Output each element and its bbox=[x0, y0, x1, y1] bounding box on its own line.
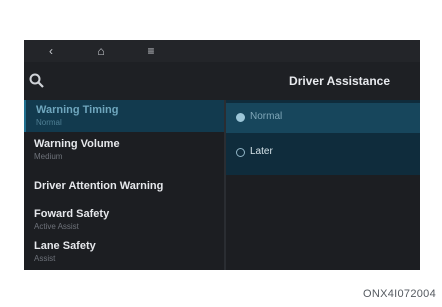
image-caption: ONX4I072004 bbox=[362, 288, 436, 300]
radio-selected-icon[interactable] bbox=[236, 113, 245, 122]
header: Driver Assistance bbox=[24, 62, 420, 100]
list-item-label: Warning Volume bbox=[34, 138, 120, 150]
list-item-label: Foward Safety bbox=[34, 208, 110, 220]
list-item-warning-volume[interactable]: Warning Volume Medium bbox=[24, 134, 224, 168]
list-item-lane-safety[interactable]: Lane Safety Assist bbox=[24, 236, 224, 270]
options-panel: Normal Later bbox=[226, 100, 420, 175]
search-icon[interactable] bbox=[28, 72, 46, 90]
settings-list: Warning Timing Normal Warning Volume Med… bbox=[24, 100, 226, 270]
list-item-label: Warning Timing bbox=[36, 104, 119, 116]
list-item-warning-timing[interactable]: Warning Timing Normal bbox=[24, 100, 226, 132]
list-item-value: Active Assist bbox=[34, 222, 79, 231]
list-item-label: Lane Safety bbox=[34, 240, 96, 252]
home-icon[interactable]: ⌂ bbox=[92, 43, 110, 59]
infotainment-screen: ‹ ⌂ ≡ Driver Assistance Warning Timing N… bbox=[24, 40, 420, 270]
list-item-value: Medium bbox=[34, 152, 63, 161]
top-nav-bar: ‹ ⌂ ≡ bbox=[24, 40, 420, 62]
list-item-value: Normal bbox=[36, 118, 62, 127]
option-label: Later bbox=[250, 146, 273, 157]
option-normal[interactable]: Normal bbox=[226, 103, 420, 133]
page-title: Driver Assistance bbox=[289, 74, 390, 88]
back-icon[interactable]: ‹ bbox=[42, 43, 60, 59]
list-item-driver-attention-warning[interactable]: Driver Attention Warning bbox=[24, 172, 224, 202]
radio-unselected-icon[interactable] bbox=[236, 148, 245, 157]
option-label: Normal bbox=[250, 111, 283, 122]
menu-icon[interactable]: ≡ bbox=[142, 43, 160, 59]
list-item-value: Assist bbox=[34, 254, 56, 263]
list-item-forward-safety[interactable]: Foward Safety Active Assist bbox=[24, 204, 224, 238]
option-later[interactable]: Later bbox=[226, 138, 420, 168]
list-item-label: Driver Attention Warning bbox=[34, 180, 164, 192]
